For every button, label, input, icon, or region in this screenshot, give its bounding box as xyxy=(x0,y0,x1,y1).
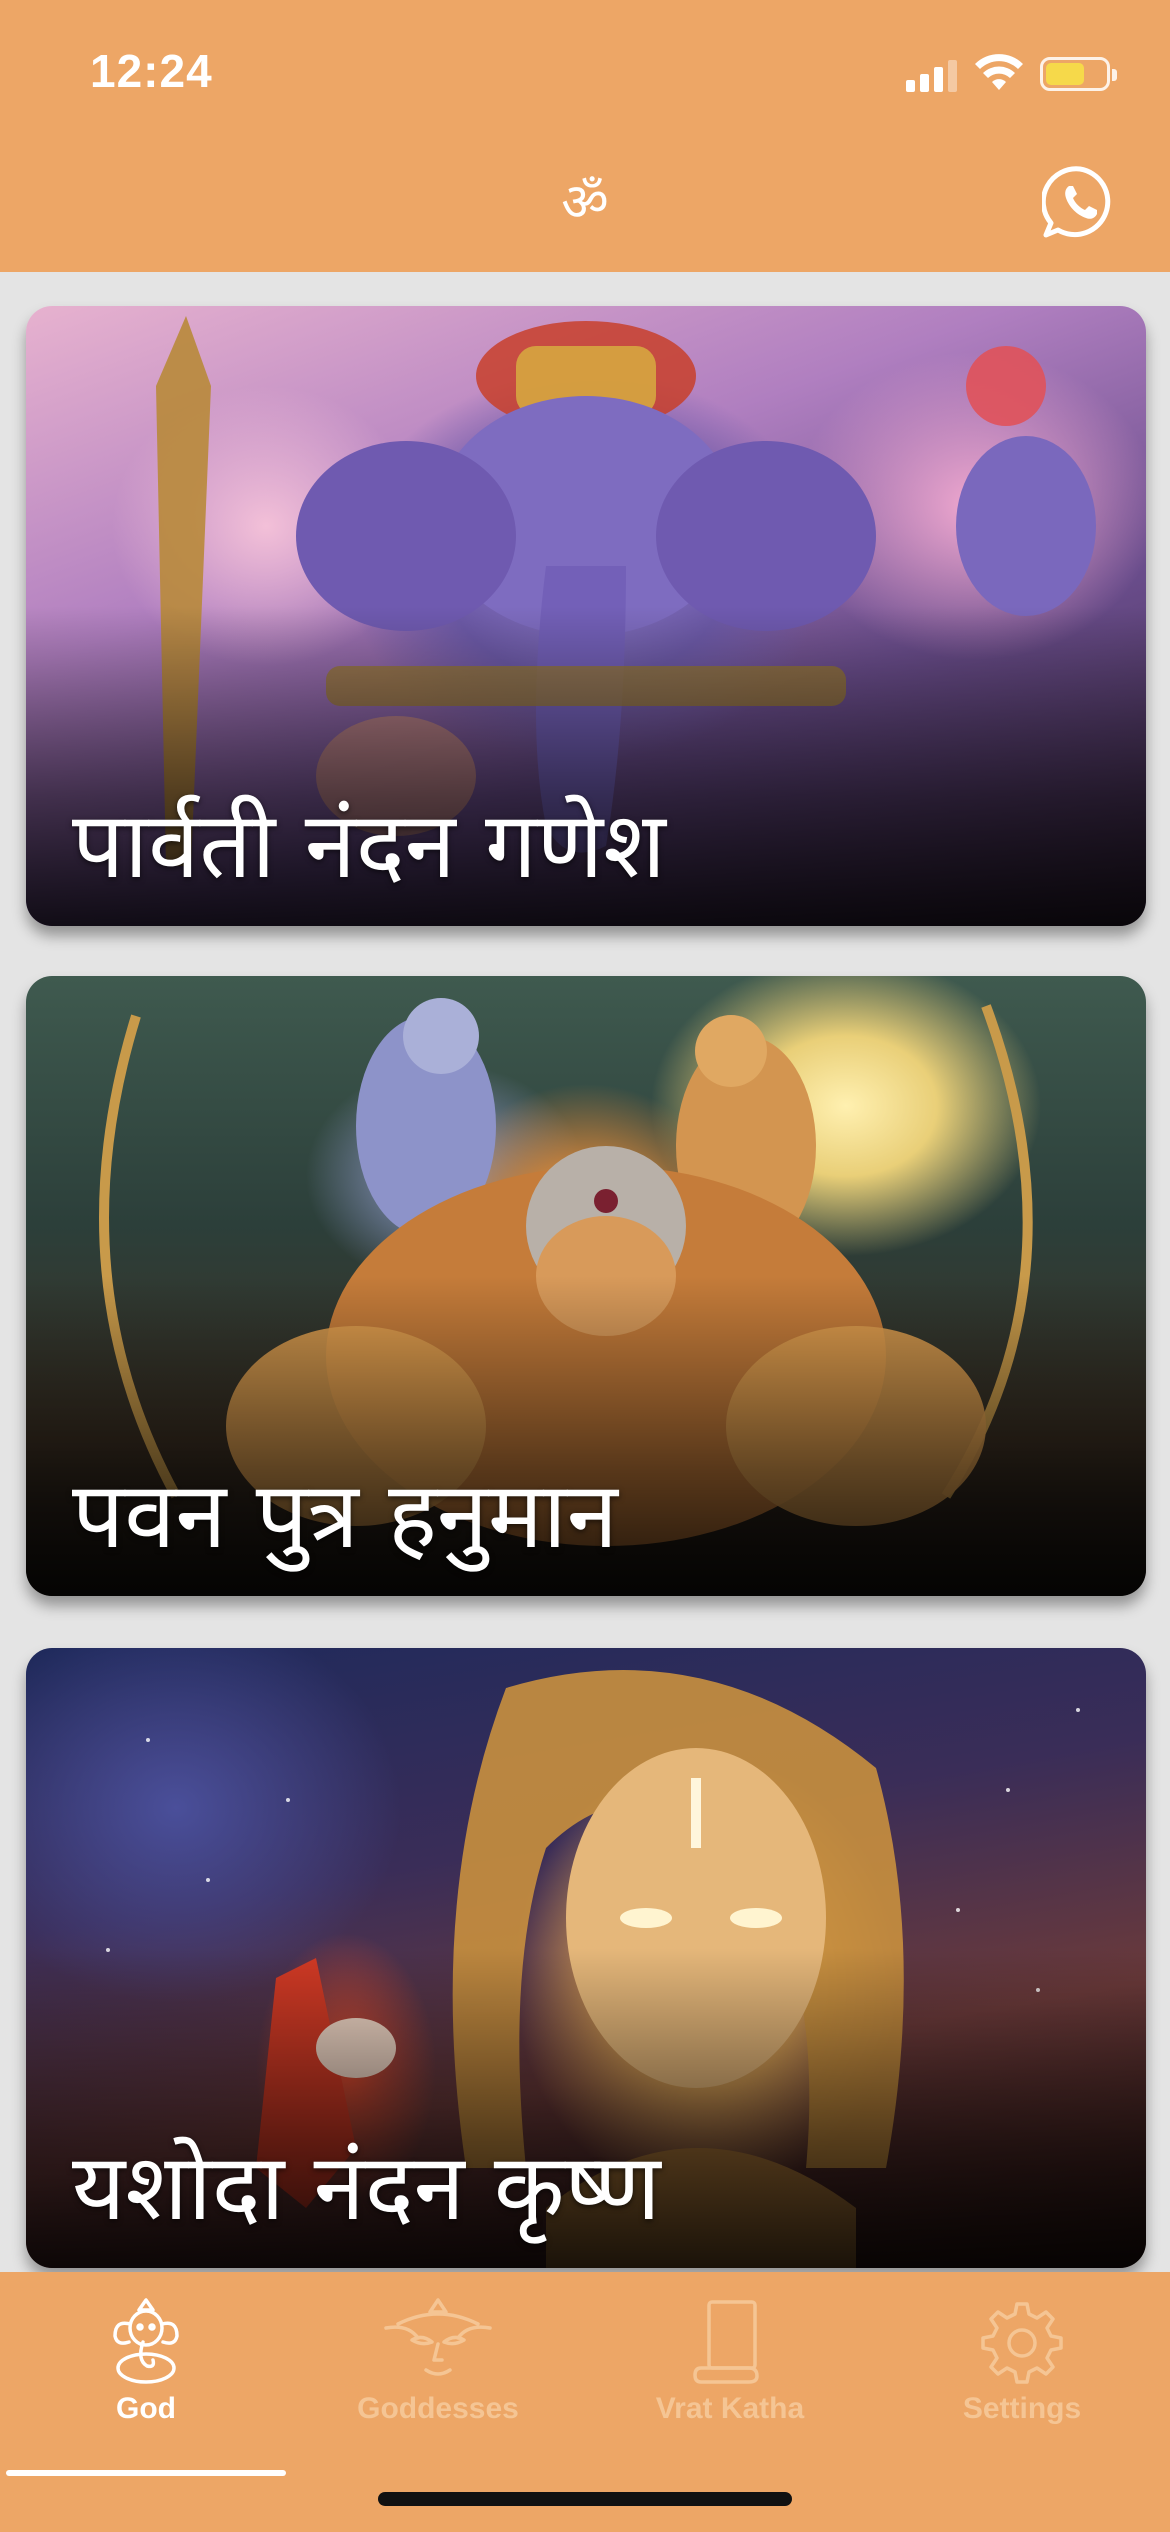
card-hanuman[interactable]: पवन पुत्र हनुमान xyxy=(26,976,1146,1596)
gear-icon xyxy=(981,2302,1063,2384)
whatsapp-icon[interactable] xyxy=(1042,164,1118,240)
tab-label: Settings xyxy=(962,2392,1082,2425)
card-title: पार्वती नंदन गणेश xyxy=(72,791,666,899)
tab-label: Vrat Katha xyxy=(655,2392,805,2425)
tab-goddesses[interactable]: Goddesses xyxy=(292,2286,584,2466)
goddess-face-icon xyxy=(384,2298,492,2376)
battery-level xyxy=(1046,63,1084,85)
tab-label: Goddesses xyxy=(357,2392,519,2425)
battery-icon xyxy=(1040,57,1117,91)
card-krishna[interactable]: यशोदा नंदन कृष्ण xyxy=(26,1648,1146,2268)
scroll-icon xyxy=(693,2300,759,2384)
active-tab-indicator xyxy=(6,2470,286,2476)
tab-label: God xyxy=(116,2392,176,2425)
battery-nub xyxy=(1112,69,1117,81)
screen: 12:24 ॐ पार्वती नंदन गणेश पवन पुत्र हनुम… xyxy=(0,0,1170,2532)
tab-vrat-katha[interactable]: Vrat Katha xyxy=(584,2286,876,2466)
home-indicator[interactable] xyxy=(378,2492,792,2506)
card-ganesh[interactable]: पार्वती नंदन गणेश xyxy=(26,306,1146,926)
card-title: यशोदा नंदन कृष्ण xyxy=(72,2133,661,2241)
tab-god[interactable]: God xyxy=(0,2286,292,2466)
cellular-signal-icon xyxy=(906,58,958,92)
status-time: 12:24 xyxy=(90,45,213,97)
top-bar: 12:24 ॐ xyxy=(0,0,1170,272)
tab-settings[interactable]: Settings xyxy=(876,2286,1168,2466)
card-title: पवन पुत्र हनुमान xyxy=(72,1461,618,1569)
om-icon: ॐ xyxy=(561,173,609,233)
wifi-icon xyxy=(975,54,1023,90)
ganesha-icon xyxy=(113,2298,179,2384)
